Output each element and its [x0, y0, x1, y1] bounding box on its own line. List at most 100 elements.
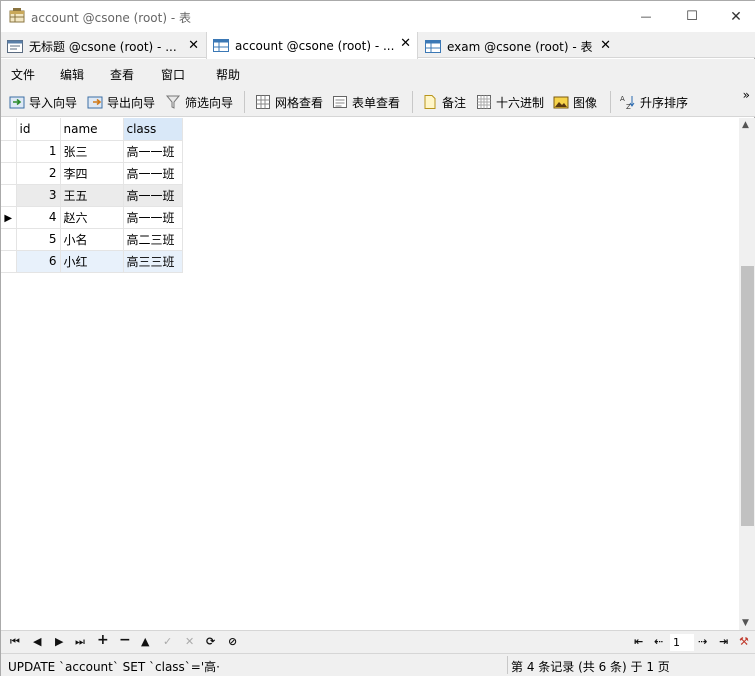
table-row[interactable]: 3 王五 高一一班	[1, 184, 183, 207]
import-wizard-button[interactable]: 导入向导	[9, 93, 77, 111]
cell-id[interactable]: 5	[16, 228, 61, 251]
column-header-id[interactable]: id	[16, 118, 61, 141]
grid-view-button[interactable]: 网格查看	[255, 93, 323, 111]
close-window-button[interactable]: ✕	[713, 1, 755, 32]
cell-class[interactable]: 高三三班	[123, 250, 183, 273]
next-record-icon[interactable]: ▶	[55, 635, 63, 648]
chevron-right-double-icon: »	[742, 88, 750, 102]
delete-record-icon[interactable]: −	[119, 632, 131, 648]
first-record-icon[interactable]: ⏮	[10, 635, 20, 649]
apply-changes-icon[interactable]: ✓	[163, 635, 172, 648]
row-marker[interactable]	[1, 162, 17, 185]
cell-class[interactable]: 高二三班	[123, 228, 183, 251]
tab-label: exam @csone (root) - 表	[447, 39, 593, 54]
status-record-info: 第 4 条记录 (共 6 条) 于 1 页	[511, 660, 670, 674]
minimize-button[interactable]: —	[623, 1, 669, 32]
toolbar-overflow-icon[interactable]: »	[742, 88, 750, 102]
prev-record-icon[interactable]: ◀	[33, 635, 41, 648]
cell-id[interactable]: 6	[16, 250, 61, 273]
stop-icon[interactable]: ⊘	[228, 635, 237, 648]
image-button[interactable]: 图像	[553, 93, 597, 111]
cell-id[interactable]: 4	[16, 206, 61, 229]
first-page-icon[interactable]: ⇤	[634, 635, 643, 648]
table-row[interactable]: 1 张三 高一一班	[1, 140, 183, 163]
menu-file[interactable]: 文件	[11, 66, 35, 83]
scroll-down-icon[interactable]: ▼	[742, 618, 749, 628]
tab-close-icon[interactable]: ✕	[400, 36, 411, 51]
page-number-input[interactable]: 1	[670, 634, 694, 651]
export-icon	[87, 96, 103, 109]
memo-icon	[424, 95, 436, 109]
window-title: account @csone (root) - 表	[31, 11, 191, 25]
cell-class[interactable]: 高一一班	[123, 140, 183, 163]
sort-asc-label: 升序排序	[640, 95, 689, 110]
cell-name[interactable]: 张三	[60, 140, 124, 163]
cell-name[interactable]: 李四	[60, 162, 124, 185]
cell-id[interactable]: 1	[16, 140, 61, 163]
next-page-icon[interactable]: ⇢	[698, 635, 707, 648]
filter-wizard-label: 筛选向导	[185, 95, 234, 110]
hex-icon	[477, 95, 491, 109]
cell-class[interactable]: 高一一班	[123, 162, 183, 185]
vertical-scrollbar[interactable]: ▲ ▼	[739, 118, 755, 630]
refresh-icon[interactable]: ⟳	[206, 635, 215, 648]
cell-name[interactable]: 小红	[60, 250, 124, 273]
column-header-name[interactable]: name	[60, 118, 124, 141]
scroll-up-icon[interactable]: ▲	[742, 120, 749, 130]
filter-icon	[165, 95, 181, 109]
table-row-current[interactable]: ▶ 4 赵六 高一一班	[1, 206, 183, 229]
cell-class[interactable]: 高一一班	[123, 206, 183, 229]
title-bar: account @csone (root) - 表 — ☐ ✕	[1, 1, 755, 32]
add-record-icon[interactable]: +	[97, 632, 109, 648]
maximize-icon: ☐	[686, 9, 698, 24]
cell-class[interactable]: 高一一班	[123, 184, 183, 207]
cell-id[interactable]: 2	[16, 162, 61, 185]
cell-name[interactable]: 王五	[60, 184, 124, 207]
menu-help[interactable]: 帮助	[216, 66, 240, 83]
last-record-icon[interactable]: ⏭	[75, 635, 85, 649]
tab-untitled-query[interactable]: 无标题 @csone (root) - ... ✕	[1, 34, 205, 58]
row-marker[interactable]	[1, 140, 17, 163]
status-sql-text: UPDATE `account` SET `class`='高·	[8, 660, 220, 674]
svg-text:A: A	[620, 95, 625, 103]
tab-exam[interactable]: exam @csone (root) - 表 ✕	[419, 34, 617, 58]
discard-changes-icon[interactable]: ✕	[185, 635, 194, 648]
maximize-button[interactable]: ☐	[669, 1, 715, 32]
export-wizard-button[interactable]: 导出向导	[87, 93, 155, 111]
toolbar: 导入向导 导出向导 筛选向导 网格查看 表单查看 备注 十六进制 图像 A Z …	[1, 87, 755, 117]
hex-button[interactable]: 十六进制	[476, 93, 544, 111]
move-up-icon[interactable]: ▲	[141, 635, 149, 648]
cell-id[interactable]: 3	[16, 184, 61, 207]
menu-edit[interactable]: 编辑	[60, 66, 84, 83]
row-pointer-icon: ▶	[4, 213, 13, 224]
table-row[interactable]: 6 小红 高三三班	[1, 250, 183, 273]
menu-window[interactable]: 窗口	[161, 66, 185, 83]
menu-view[interactable]: 查看	[110, 66, 134, 83]
tab-close-icon[interactable]: ✕	[188, 38, 199, 53]
row-marker[interactable]	[1, 250, 17, 273]
row-marker[interactable]	[1, 184, 17, 207]
grid-table: id name class 1 张三 高一一班 2 李四 高一一班 3 王五 高…	[1, 118, 183, 273]
last-page-icon[interactable]: ⇥	[719, 635, 728, 648]
column-header-class[interactable]: class	[123, 118, 183, 141]
sort-asc-button[interactable]: A Z 升序排序	[620, 93, 688, 111]
scrollbar-thumb[interactable]	[741, 266, 754, 526]
cell-name[interactable]: 赵六	[60, 206, 124, 229]
prev-page-icon[interactable]: ⇠	[654, 635, 663, 648]
status-divider	[507, 656, 508, 674]
data-grid: id name class 1 张三 高一一班 2 李四 高一一班 3 王五 高…	[1, 118, 739, 630]
image-label: 图像	[573, 95, 598, 110]
tab-account[interactable]: account @csone (root) - ... ✕	[206, 32, 418, 59]
form-view-button[interactable]: 表单查看	[332, 93, 400, 111]
filter-wizard-button[interactable]: 筛选向导	[165, 93, 233, 111]
form-icon	[333, 96, 347, 108]
table-row[interactable]: 2 李四 高一一班	[1, 162, 183, 185]
cell-name[interactable]: 小名	[60, 228, 124, 251]
toolbar-separator	[244, 91, 245, 113]
table-icon	[425, 39, 441, 53]
settings-tools-icon[interactable]: ⚒	[739, 635, 749, 648]
memo-button[interactable]: 备注	[422, 93, 466, 111]
tab-close-icon[interactable]: ✕	[600, 38, 611, 53]
row-marker[interactable]	[1, 228, 17, 251]
table-row[interactable]: 5 小名 高二三班	[1, 228, 183, 251]
